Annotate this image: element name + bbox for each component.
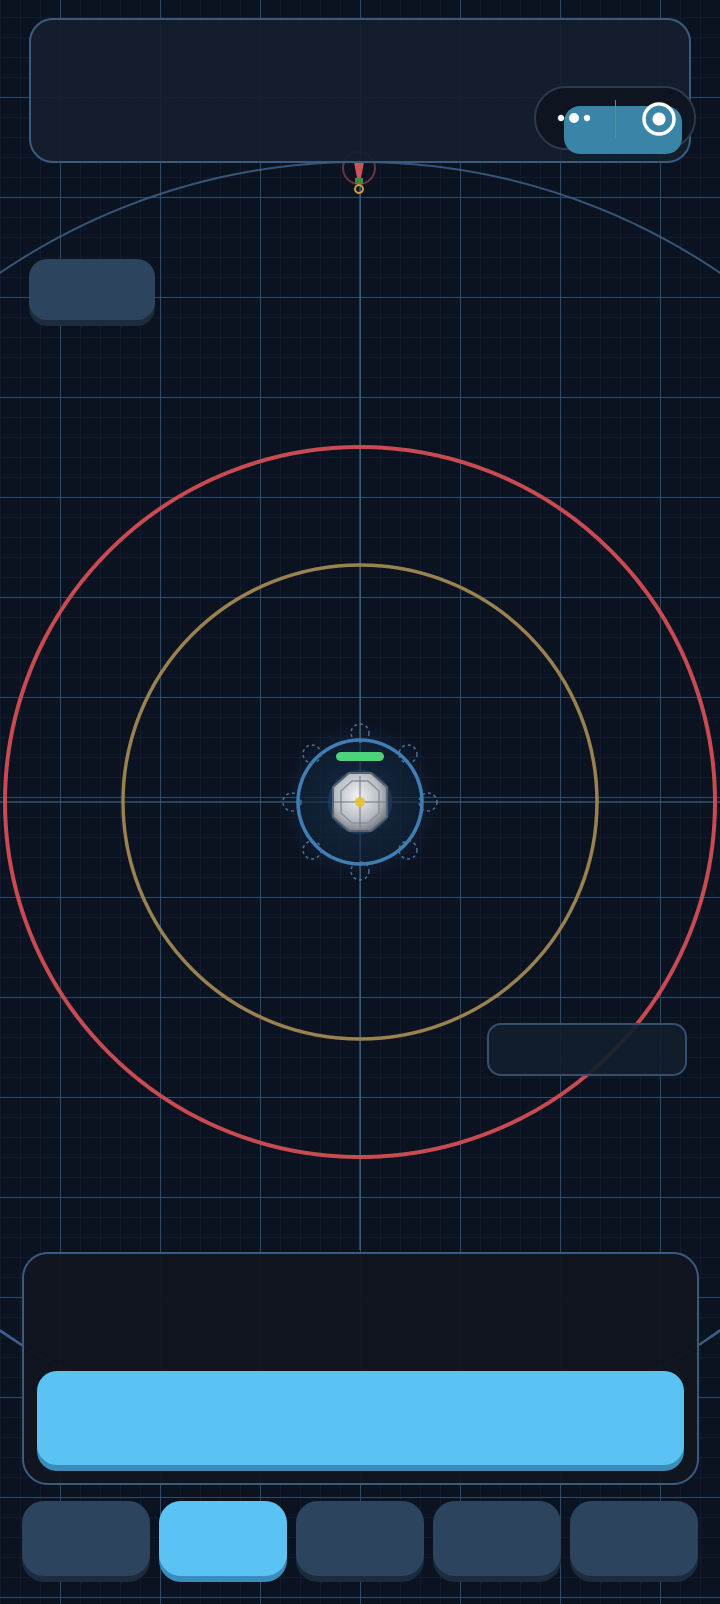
capsule-divider — [615, 100, 616, 138]
station-health-bar — [336, 752, 384, 761]
nav-tab-1[interactable] — [22, 1501, 150, 1576]
more-dots-icon[interactable] — [556, 108, 596, 128]
nav-tab-5[interactable] — [570, 1501, 698, 1576]
side-action-button[interactable] — [29, 259, 155, 320]
nav-tab-3[interactable] — [296, 1501, 424, 1576]
main-action-button[interactable] — [37, 1371, 684, 1465]
game-screen — [0, 0, 720, 1604]
info-tooltip-box — [487, 1023, 687, 1076]
target-icon[interactable] — [640, 100, 678, 138]
nav-tab-4[interactable] — [433, 1501, 561, 1576]
nav-tab-2[interactable] — [159, 1501, 287, 1576]
mini-program-capsule[interactable] — [534, 86, 696, 154]
space-station-icon — [328, 770, 392, 834]
space-station[interactable] — [280, 722, 440, 882]
